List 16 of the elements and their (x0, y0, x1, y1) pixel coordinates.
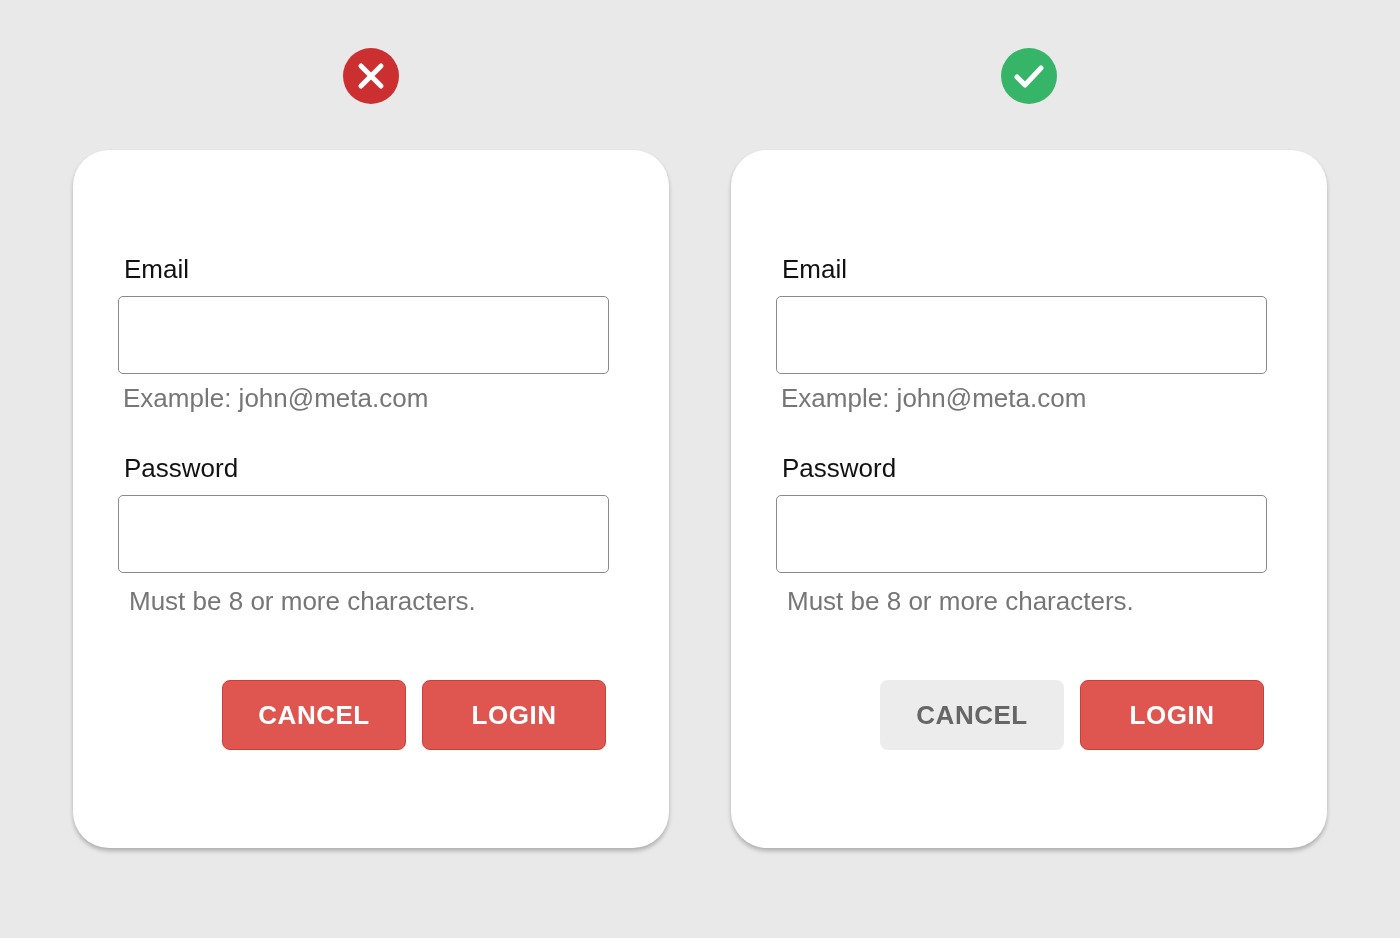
helper-text: Example: john@meta.com (123, 383, 429, 413)
email-field[interactable] (118, 296, 609, 374)
field-label: Password (782, 453, 897, 483)
password-field[interactable] (118, 495, 609, 573)
email-field[interactable] (776, 296, 1267, 374)
login-button[interactable]: LOGIN (422, 680, 606, 750)
login-button[interactable]: LOGIN (1080, 680, 1264, 750)
field-label: Email (124, 254, 189, 284)
helper-text: Example: john@meta.com (781, 383, 1087, 413)
helper-text: Must be 8 or more characters. (787, 586, 1134, 616)
field-label: Password (124, 453, 239, 483)
cancel-button[interactable]: CANCEL (880, 680, 1064, 750)
password-field[interactable] (776, 495, 1267, 573)
cancel-button[interactable]: CANCEL (222, 680, 406, 750)
helper-text: Must be 8 or more characters. (129, 586, 476, 616)
field-label: Email (782, 254, 847, 284)
